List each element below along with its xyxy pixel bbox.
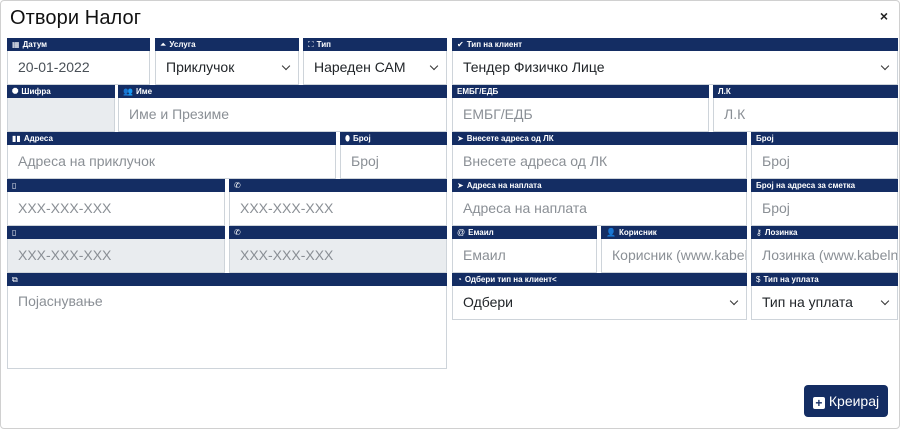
close-icon[interactable]: × — [880, 8, 888, 24]
date-label: ▦ Датум — [7, 38, 150, 51]
email-input[interactable]: Емаил — [452, 239, 597, 273]
phone-icon: ✆ — [234, 181, 241, 190]
calendar-icon: ▦ — [12, 40, 20, 49]
client-type-label: ✔ Тип на клиент — [452, 38, 898, 51]
eject-icon: ⏶ — [160, 40, 167, 49]
lk-address-label: ➤ Внесете адреса од ЛК — [452, 132, 747, 145]
mobile1-input[interactable]: XXX-XXX-XXX — [7, 192, 225, 226]
name-label: 👥 Име — [118, 85, 447, 98]
create-button[interactable]: + Креирај — [804, 385, 888, 417]
billing-address-label: ➤ Адреса на наплата — [452, 179, 747, 192]
tag-icon: ⯃ — [12, 87, 19, 96]
date-input[interactable]: 20-01-2022 — [7, 51, 150, 85]
building-icon: ▮▮ — [12, 134, 21, 143]
billing-number-input[interactable]: Број — [751, 192, 898, 226]
open-account-modal: Отвори Налог × ▦ Датум 20-01-2022 ⏶ Услуга… — [0, 0, 900, 429]
lk-address-input[interactable]: Внесете адреса од ЛК — [452, 145, 747, 179]
number-input[interactable]: Број — [340, 145, 447, 179]
lk-label: Л.К — [713, 85, 898, 98]
payment-type-select[interactable]: Тип на уплата — [751, 286, 898, 320]
email-label: @ Емаил — [452, 226, 597, 239]
type-label: ⛶ Тип — [303, 38, 447, 51]
embg-input[interactable]: ЕМБГ/ЕДБ — [452, 98, 709, 132]
mobile2-input: XXX-XXX-XXX — [7, 239, 225, 273]
dollar-icon: $ — [756, 275, 761, 284]
mobile-icon: ▯ — [12, 181, 17, 190]
name-input[interactable]: Име и Презиме — [118, 98, 447, 132]
pie-chart-icon: ◔ — [457, 275, 462, 284]
password-label: ⚷ Лозинка — [751, 226, 898, 239]
user-plus-icon: 👤 — [606, 228, 616, 237]
number-label: ⬮ Број — [340, 132, 447, 145]
map-pin-icon: ⬮ — [345, 134, 351, 143]
phone1-label: ✆ — [229, 179, 447, 192]
expand-icon: ⛶ — [308, 40, 314, 49]
check-icon: ✔ — [457, 40, 464, 49]
phone2-input: XXX-XXX-XXX — [229, 239, 447, 273]
client-type-select[interactable]: Тендер Физичко Лице — [452, 51, 898, 85]
mobile1-label: ▯ — [7, 179, 225, 192]
billing-number-label: Број на адреса за сметка — [751, 179, 898, 192]
lk-number-label: Број — [751, 132, 898, 145]
users-icon: 👥 — [123, 87, 133, 96]
modal-title: Отвори Налог — [10, 7, 142, 29]
phone2-label: ✆ — [229, 226, 447, 239]
code-label: ⯃ Шифра — [7, 85, 115, 98]
create-button-label: Креирај — [828, 393, 880, 409]
address-input[interactable]: Адреса на приклучок — [7, 145, 336, 179]
service-select[interactable]: Приклучок — [155, 51, 299, 85]
notes-label: ⧉ — [7, 273, 447, 286]
location-arrow-icon: ➤ — [457, 181, 464, 190]
address-label: ▮▮ Адреса — [7, 132, 336, 145]
embg-label: ЕМБГ/ЕДБ — [452, 85, 709, 98]
username-input[interactable]: Корисник (www.kabelnet.mk) — [601, 239, 747, 273]
payment-type-label: $ Тип на уплата — [751, 273, 898, 286]
notes-textarea[interactable]: Појаснување — [7, 286, 447, 369]
at-icon: @ — [457, 228, 466, 237]
code-input — [7, 98, 115, 132]
username-label: 👤 Корисник — [601, 226, 747, 239]
type-select[interactable]: Нареден САМ — [303, 51, 447, 85]
lk-number-input[interactable]: Број — [751, 145, 898, 179]
select-client-type-select[interactable]: Одбери — [452, 286, 747, 320]
lk-input[interactable]: Л.К — [713, 98, 898, 132]
password-input[interactable]: Лозинка (www.kabelnet.mk) — [751, 239, 898, 273]
mobile-icon: ▯ — [12, 228, 17, 237]
phone-icon: ✆ — [234, 228, 241, 237]
location-arrow-icon: ➤ — [457, 134, 464, 143]
mobile2-label: ▯ — [7, 226, 225, 239]
billing-address-input[interactable]: Адреса на наплата — [452, 192, 747, 226]
select-client-type-label: ◔ Одбери тип на клиент< — [452, 273, 747, 286]
key-icon: ⚷ — [756, 228, 762, 237]
book-icon: ⧉ — [12, 275, 18, 284]
service-label: ⏶ Услуга — [155, 38, 299, 51]
phone1-input[interactable]: XXX-XXX-XXX — [229, 192, 447, 226]
plus-square-icon: + — [812, 397, 825, 409]
